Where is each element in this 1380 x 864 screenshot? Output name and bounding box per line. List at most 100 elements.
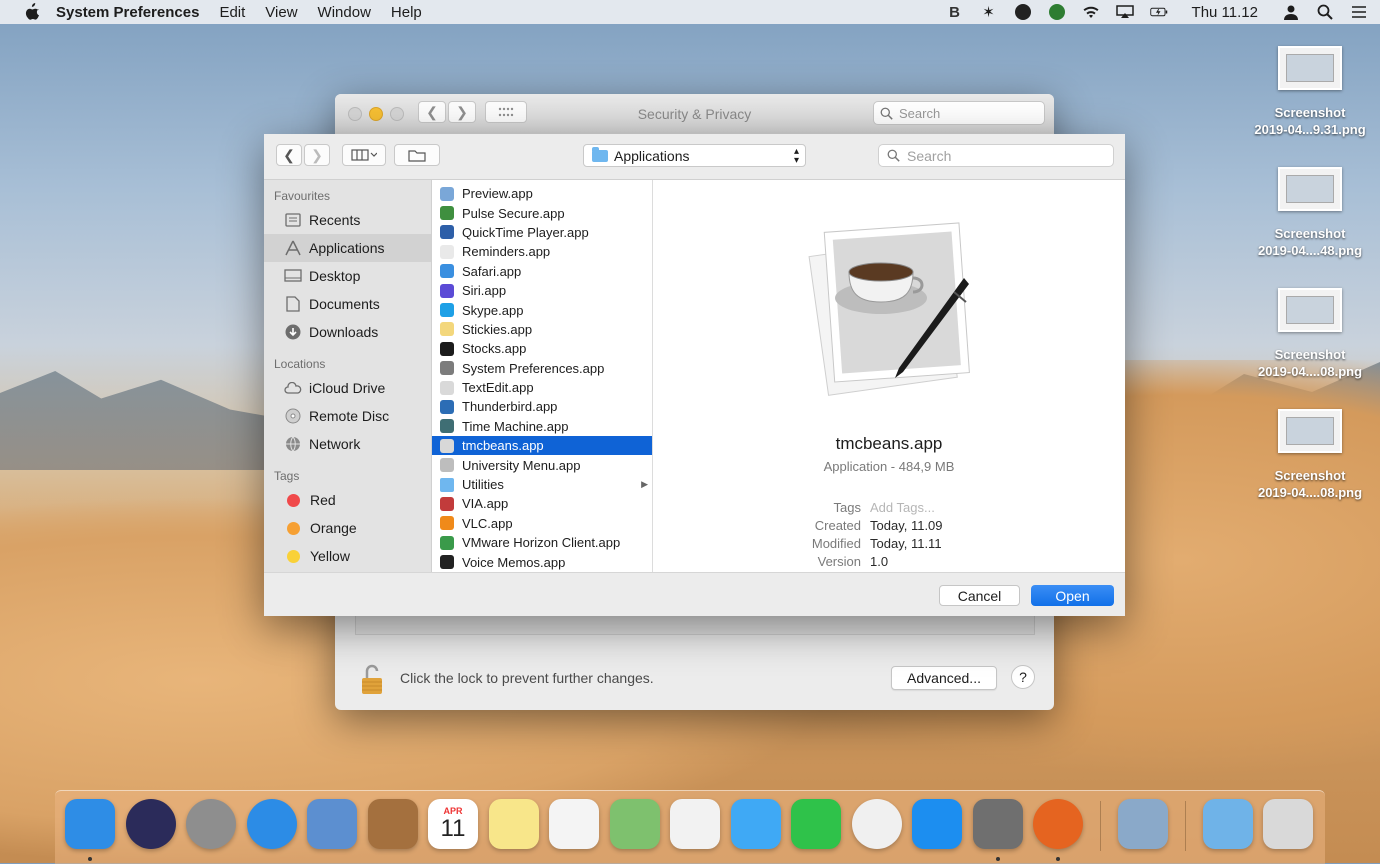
maps-icon[interactable] — [609, 799, 660, 849]
file-list-item[interactable]: Time Machine.app — [432, 417, 652, 436]
view-mode-button[interactable] — [342, 144, 386, 166]
file-list-item[interactable]: Siri.app — [432, 281, 652, 300]
skype-status-icon[interactable] — [1014, 4, 1032, 20]
reminders-icon[interactable] — [549, 799, 599, 849]
file-list-item[interactable]: Pulse Secure.app — [432, 203, 652, 222]
spotlight-icon[interactable] — [1316, 4, 1334, 20]
file-list[interactable]: Preview.app Pulse Secure.app QuickTime Pla… — [432, 180, 653, 572]
sync-icon[interactable] — [1048, 4, 1066, 20]
file-list-item[interactable]: TextEdit.app — [432, 378, 652, 397]
airplay-icon[interactable] — [1115, 4, 1134, 20]
sidebar-item-desktop[interactable]: Desktop — [264, 262, 431, 290]
contacts-icon[interactable] — [367, 799, 418, 849]
orange-tag-icon — [287, 521, 300, 535]
lock-icon[interactable] — [361, 662, 383, 696]
bluetooth-b-icon[interactable]: B — [946, 4, 964, 21]
menu-clock[interactable]: Thu 11.12 — [1192, 4, 1258, 21]
sidebar-item-remote-disc[interactable]: Remote Disc — [264, 402, 431, 430]
firefox-icon[interactable] — [1033, 799, 1083, 849]
downloads-folder-icon[interactable] — [1203, 799, 1253, 849]
file-list-item[interactable]: Skype.app — [432, 300, 652, 319]
user-icon[interactable] — [1282, 4, 1300, 20]
file-list-item[interactable]: VLC.app — [432, 514, 652, 533]
file-list-item[interactable]: University Menu.app — [432, 455, 652, 474]
calendar-icon[interactable]: APR 11 — [428, 799, 478, 849]
siri-icon[interactable] — [125, 799, 176, 849]
forward-button[interactable]: ❯ — [304, 144, 330, 166]
sidebar-item-tag-red[interactable]: Red — [264, 486, 431, 514]
trash-icon[interactable] — [1263, 799, 1313, 849]
file-list-item[interactable]: QuickTime Player.app — [432, 223, 652, 242]
sidebar-heading-locations: Locations — [274, 357, 326, 371]
itunes-icon[interactable] — [851, 799, 902, 849]
facetime-icon[interactable] — [791, 799, 841, 849]
desktop-file[interactable]: Screenshot 2019-04....08.png — [1240, 409, 1380, 501]
notes-icon[interactable] — [488, 799, 539, 849]
sidebar-heading-tags: Tags — [274, 469, 300, 483]
back-button[interactable]: ❮ — [276, 144, 302, 166]
messages-icon[interactable] — [730, 799, 781, 849]
file-list-item[interactable]: Voice Memos.app — [432, 552, 652, 571]
add-tags-field[interactable]: Add Tags... — [870, 500, 935, 515]
wifi-icon[interactable] — [1082, 4, 1100, 20]
file-list-item[interactable]: Reminders.app — [432, 242, 652, 261]
documents-icon — [284, 296, 302, 312]
photos-icon[interactable] — [670, 799, 720, 849]
file-list-item[interactable]: tmcbeans.app — [432, 436, 652, 456]
app-store-icon[interactable] — [912, 799, 962, 849]
app-icon — [440, 361, 454, 376]
globe-icon — [284, 436, 302, 452]
file-list-item[interactable]: Stocks.app — [432, 339, 652, 358]
cancel-button[interactable]: Cancel — [939, 585, 1020, 606]
battery-icon[interactable] — [1149, 4, 1168, 20]
file-list-item[interactable]: System Preferences.app — [432, 359, 652, 378]
desktop-file[interactable]: Screenshot 2019-04...9.31.png — [1240, 46, 1380, 138]
sidebar-item-label: Red — [310, 492, 336, 508]
search-input[interactable]: Search — [873, 101, 1045, 125]
menu-app-name[interactable]: System Preferences — [56, 4, 199, 21]
file-list-item[interactable]: Safari.app — [432, 262, 652, 281]
new-folder-button[interactable] — [394, 144, 440, 166]
sidebar-item-tag-yellow[interactable]: Yellow — [264, 542, 431, 570]
file-list-item[interactable]: Stickies.app — [432, 320, 652, 339]
sidebar-item-documents[interactable]: Documents — [264, 290, 431, 318]
sidebar-item-applications[interactable]: Applications — [264, 234, 431, 262]
menu-edit[interactable]: Edit — [219, 4, 245, 21]
sidebar-item-downloads[interactable]: Downloads — [264, 318, 431, 346]
open-button[interactable]: Open — [1031, 585, 1114, 606]
help-button[interactable]: ? — [1011, 665, 1035, 689]
file-list-item[interactable]: Utilities ▶ — [432, 475, 652, 494]
location-popup[interactable]: Applications ▴ ▾ — [583, 144, 806, 167]
desktop-file[interactable]: Screenshot 2019-04....48.png — [1240, 167, 1380, 259]
sidebar-item-network[interactable]: Network — [264, 430, 431, 458]
bat-icon[interactable]: ✶ — [980, 4, 998, 21]
created-value: Today, 11.09 — [870, 518, 943, 533]
title-bar: ❮ ❯ Security & Privacy Search — [335, 94, 1054, 135]
apple-menu-icon[interactable] — [24, 3, 40, 21]
menu-help[interactable]: Help — [391, 4, 422, 21]
sidebar-item-icloud-drive[interactable]: iCloud Drive — [264, 374, 431, 402]
file-name: Stocks.app — [462, 341, 527, 357]
file-list-item[interactable]: VMware Horizon Client.app — [432, 533, 652, 552]
safari-icon[interactable] — [246, 799, 297, 849]
file-list-item[interactable]: VIA.app — [432, 494, 652, 513]
search-input[interactable]: Search — [878, 144, 1114, 167]
file-list-item[interactable]: Preview.app — [432, 184, 652, 203]
finder-icon[interactable] — [65, 799, 115, 849]
sidebar-item-recents[interactable]: Recents — [264, 206, 431, 234]
red-tag-icon — [287, 493, 300, 507]
file-name: Utilities — [462, 477, 504, 493]
mail-icon[interactable] — [307, 799, 357, 849]
app-icon — [440, 458, 454, 473]
disc-icon — [284, 408, 302, 424]
file-list-item[interactable]: Thunderbird.app — [432, 397, 652, 416]
sidebar-item-tag-orange[interactable]: Orange — [264, 514, 431, 542]
advanced-button[interactable]: Advanced... — [891, 666, 997, 690]
preview-icon[interactable] — [1118, 799, 1168, 849]
system-preferences-icon[interactable] — [972, 799, 1023, 849]
menu-view[interactable]: View — [265, 4, 297, 21]
launchpad-icon[interactable] — [186, 799, 236, 849]
menu-window[interactable]: Window — [318, 4, 371, 21]
notification-center-icon[interactable] — [1350, 4, 1368, 20]
desktop-file[interactable]: Screenshot 2019-04....08.png — [1240, 288, 1380, 380]
